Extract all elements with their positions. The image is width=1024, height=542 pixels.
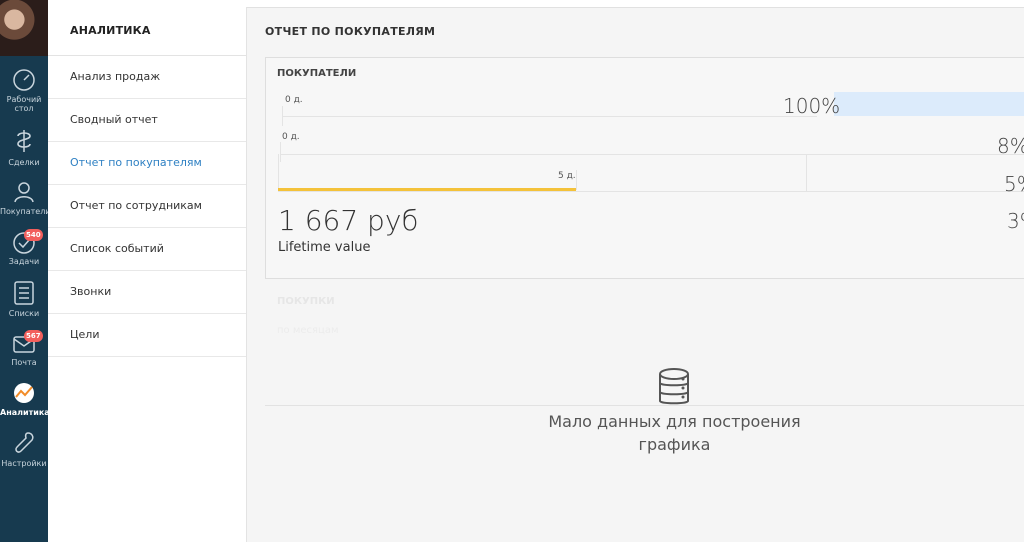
- purchases-subtitle: по месяцам: [277, 325, 339, 336]
- retention-percent: 100%: [783, 94, 841, 118]
- submenu-item-calls[interactable]: Звонки: [48, 271, 246, 314]
- chart-row-line: [282, 116, 817, 117]
- main-content: ОТЧЕТ ПО ПОКУПАТЕЛЯМ ПОКУПАТЕЛИ 0 д. 0 д…: [247, 7, 1024, 542]
- user-avatar[interactable]: [0, 0, 48, 56]
- chart-row-line: [278, 191, 1024, 192]
- retention-bar: [834, 92, 1024, 116]
- days-label: 0 д.: [285, 95, 303, 105]
- nav-label: Списки: [8, 309, 40, 318]
- nav-label: Настройки: [1, 459, 47, 468]
- buyers-card-title: ПОКУПАТЕЛИ: [277, 68, 357, 79]
- lifetime-value-label: Lifetime value: [278, 240, 371, 255]
- wrench-icon: [15, 432, 34, 453]
- buyers-card: ПОКУПАТЕЛИ 0 д. 0 д. 5 д. 1 667 руб Life…: [265, 57, 1024, 279]
- nav-item-dashboard[interactable]: Рабочий стол: [0, 68, 48, 113]
- nav-item-deals[interactable]: Сделки: [0, 127, 48, 167]
- chart-tick-line: [576, 170, 577, 190]
- customer-icon: [14, 182, 34, 203]
- submenu-item-employee-report[interactable]: Отчет по сотрудникам: [48, 185, 246, 228]
- submenu-item-events[interactable]: Список событий: [48, 228, 246, 271]
- list-icon: [14, 281, 34, 305]
- nav-item-lists[interactable]: Списки: [0, 280, 48, 318]
- nav-label: Сделки: [8, 158, 40, 167]
- tasks-count-badge: 540: [24, 229, 43, 241]
- retention-percent: 8%: [997, 134, 1024, 158]
- empty-state-line: графика: [638, 435, 711, 454]
- nav-item-mail[interactable]: 567 Почта: [0, 330, 48, 367]
- chart-row-line: [280, 154, 1024, 155]
- nav-item-tasks[interactable]: 540 Задачи: [0, 229, 48, 266]
- nav-item-customers[interactable]: Покупатели: [0, 180, 51, 216]
- retention-percent: 5%: [1004, 172, 1024, 196]
- nav-label: Покупатели: [0, 207, 51, 216]
- chart-axis-line: [282, 106, 283, 126]
- submenu-item-goals[interactable]: Цели: [48, 314, 246, 357]
- chart-axis-line: [280, 142, 281, 162]
- nav-label: Аналитика: [0, 408, 50, 417]
- dollar-icon: [17, 130, 31, 152]
- page-title: ОТЧЕТ ПО ПОКУПАТЕЛЯМ: [265, 25, 436, 38]
- nav-item-settings[interactable]: Настройки: [0, 430, 48, 468]
- days-label: 5 д.: [558, 171, 576, 181]
- analytics-submenu: АНАЛИТИКА Анализ продаж Сводный отчет От…: [48, 7, 247, 542]
- purchases-title: ПОКУПКИ: [277, 296, 335, 307]
- mail-count-badge: 567: [24, 330, 43, 342]
- empty-state-line: Мало данных для построения: [548, 412, 801, 431]
- database-icon: [659, 368, 689, 405]
- nav-label: Почта: [11, 358, 37, 367]
- lifetime-days-bar: [278, 188, 576, 191]
- dashboard-icon: [13, 69, 35, 91]
- purchases-divider: [265, 405, 1024, 406]
- nav-label: Задачи: [8, 257, 40, 266]
- chart-axis-line: [278, 154, 279, 190]
- main-navigation: Рабочий стол Сделки Покупатели 540 Задач…: [0, 0, 51, 542]
- analytics-icon: [14, 383, 34, 403]
- nav-label: Рабочий стол: [6, 95, 42, 113]
- submenu-item-summary-report[interactable]: Сводный отчет: [48, 99, 246, 142]
- chart-divider: [806, 154, 807, 191]
- nav-item-analytics[interactable]: Аналитика: [0, 381, 50, 417]
- submenu-title: АНАЛИТИКА: [48, 7, 246, 56]
- days-label: 0 д.: [282, 132, 300, 142]
- submenu-item-customer-report[interactable]: Отчет по покупателям: [48, 142, 246, 185]
- empty-state-message: Мало данных для построения графика: [547, 410, 802, 456]
- lifetime-value: 1 667 руб: [278, 204, 419, 237]
- submenu-item-sales-analysis[interactable]: Анализ продаж: [48, 56, 246, 99]
- retention-percent: 3%: [1007, 209, 1024, 233]
